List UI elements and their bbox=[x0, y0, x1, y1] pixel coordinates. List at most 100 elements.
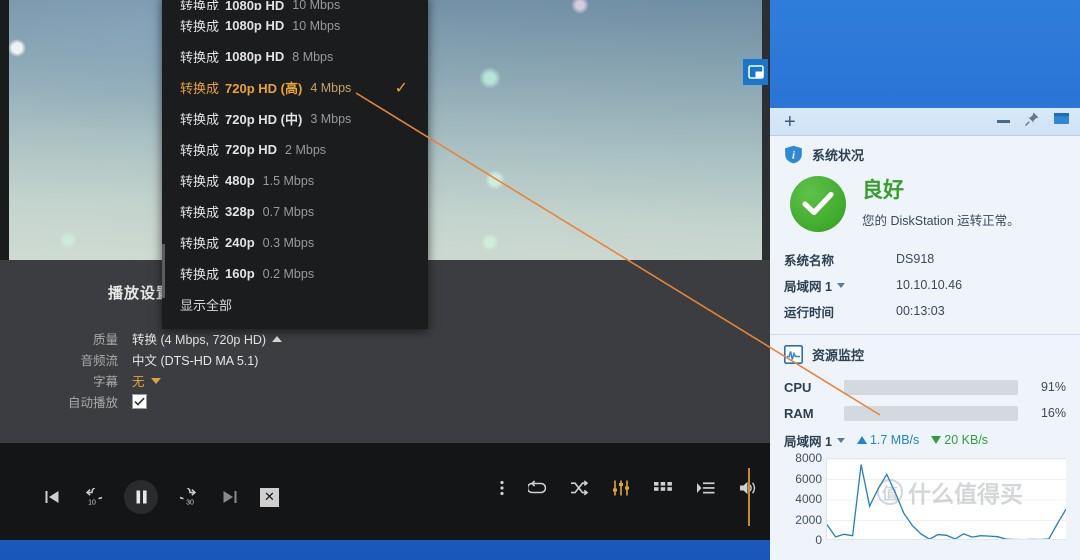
network-label-text: 局域网 1 bbox=[784, 434, 832, 449]
video-letterbox-left bbox=[0, 0, 9, 260]
cpu-label: CPU bbox=[784, 379, 812, 395]
quality-item-bitrate: 10 Mbps bbox=[292, 18, 341, 33]
quality-item-bitrate: 8 Mbps bbox=[292, 49, 334, 64]
info-row-uptime: 运行时间 00:13:03 bbox=[784, 298, 1066, 324]
quality-item-bitrate: 10 Mbps bbox=[292, 0, 341, 10]
svg-text:10: 10 bbox=[88, 499, 96, 506]
settings-row-autoplay[interactable]: 自动播放 bbox=[0, 391, 420, 412]
quality-item-prefix: 转换成 bbox=[180, 143, 220, 158]
quality-menu-item[interactable]: 转换成 160p 0.2 Mbps bbox=[162, 258, 428, 289]
quality-value-text: 转换 (4 Mbps, 720p HD) bbox=[132, 333, 267, 347]
settings-value-autoplay[interactable] bbox=[132, 394, 147, 409]
minimize-icon[interactable] bbox=[997, 120, 1010, 123]
quality-item-resolution: 1080p HD bbox=[225, 49, 285, 64]
quality-item-bitrate: 2 Mbps bbox=[285, 142, 327, 157]
dsm-titlebar: + bbox=[770, 108, 1080, 136]
info-label-system-name: 系统名称 bbox=[784, 253, 835, 268]
picture-in-picture-icon[interactable] bbox=[743, 59, 768, 85]
resource-bars: CPU 91% RAM 16% bbox=[784, 370, 1066, 426]
chevron-down-icon[interactable] bbox=[836, 437, 845, 443]
window-icon[interactable] bbox=[1054, 112, 1070, 131]
player-tool-controls bbox=[500, 480, 759, 496]
equalizer-icon[interactable] bbox=[612, 480, 630, 496]
quality-menu-item[interactable]: 转换成 720p HD (中) 3 Mbps bbox=[162, 103, 428, 134]
network-download-value: 20 KB/s bbox=[944, 433, 989, 447]
quality-menu-selected-item[interactable]: 转换成 720p HD (高) 4 Mbps ✓ bbox=[162, 72, 428, 103]
quality-menu-item[interactable]: 转换成 1080p HD 10 Mbps bbox=[162, 0, 428, 10]
quality-item-resolution: 720p HD bbox=[225, 142, 278, 157]
quality-item-bitrate: 4 Mbps bbox=[310, 80, 352, 95]
quality-item-bitrate: 3 Mbps bbox=[310, 111, 352, 126]
info-label-lan[interactable]: 局域网 1 bbox=[784, 276, 896, 295]
settings-value-subtitle[interactable]: 无 bbox=[132, 371, 161, 390]
quality-menu-item[interactable]: 转换成 240p 0.3 Mbps bbox=[162, 227, 428, 258]
stop-button[interactable]: ✕ bbox=[260, 487, 279, 507]
quality-menu-item[interactable]: 转换成 480p 1.5 Mbps bbox=[162, 165, 428, 196]
quality-item-prefix: 转换成 bbox=[180, 174, 220, 189]
quality-menu-show-all[interactable]: 显示全部 bbox=[162, 289, 428, 319]
shuffle-icon[interactable] bbox=[570, 480, 588, 496]
quality-menu-item[interactable]: 转换成 1080p HD 8 Mbps bbox=[162, 41, 428, 72]
quality-item-prefix: 转换成 bbox=[180, 236, 220, 251]
system-status-subtitle: 您的 DiskStation 运转正常。 bbox=[862, 213, 1020, 228]
previous-track-button[interactable] bbox=[44, 489, 60, 505]
chevron-down-icon[interactable] bbox=[836, 282, 845, 288]
quality-menu-scrollbar[interactable] bbox=[162, 244, 165, 298]
network-row[interactable]: 局域网 1 1.7 MB/s 20 KB/s bbox=[784, 426, 1066, 454]
quality-menu-item[interactable]: 转换成 328p 0.7 Mbps bbox=[162, 196, 428, 227]
system-health-title: 系统状况 bbox=[812, 148, 865, 163]
info-label-uptime: 运行时间 bbox=[784, 305, 835, 320]
system-health-header: i 系统状况 bbox=[784, 145, 1066, 164]
quality-item-prefix: 转换成 bbox=[180, 81, 220, 96]
settings-label-autoplay: 自动播放 bbox=[67, 396, 118, 410]
pause-button[interactable] bbox=[124, 480, 158, 514]
quality-menu-item[interactable]: 转换成 1080p HD 10 Mbps bbox=[162, 10, 428, 41]
quality-item-prefix: 转换成 bbox=[180, 19, 220, 34]
playlist-icon[interactable] bbox=[696, 481, 715, 495]
screen-root: 播放设置 质量 转换 (4 Mbps, 720p HD) 音频流 中文 (DTS… bbox=[0, 0, 1080, 560]
network-upload-value: 1.7 MB/s bbox=[869, 433, 920, 447]
chevron-down-icon[interactable] bbox=[150, 377, 161, 384]
repeat-icon[interactable] bbox=[528, 480, 546, 496]
autoplay-checkbox[interactable] bbox=[132, 394, 147, 409]
subtitle-value-text: 无 bbox=[132, 375, 145, 389]
arrow-up-icon bbox=[856, 436, 867, 444]
settings-label-subtitle: 字幕 bbox=[92, 375, 118, 389]
quality-item-prefix: 转换成 bbox=[180, 50, 220, 65]
grid-view-icon[interactable] bbox=[654, 481, 672, 495]
next-track-button[interactable] bbox=[222, 489, 238, 505]
pin-icon[interactable] bbox=[1024, 111, 1040, 132]
settings-value-quality[interactable]: 转换 (4 Mbps, 720p HD) bbox=[132, 329, 283, 348]
cpu-row: CPU 91% bbox=[784, 374, 1066, 400]
video-player-window: 播放设置 质量 转换 (4 Mbps, 720p HD) 音频流 中文 (DTS… bbox=[0, 0, 770, 540]
chevron-up-icon[interactable] bbox=[272, 335, 283, 342]
quality-item-resolution: 480p bbox=[225, 173, 255, 188]
rewind-10-button[interactable]: 10 bbox=[82, 488, 102, 506]
info-value-system-name: DS918 bbox=[896, 252, 935, 266]
network-upload: 1.7 MB/s bbox=[856, 433, 920, 447]
forward-30-button[interactable]: 30 bbox=[180, 488, 200, 506]
info-row-system-name: 系统名称 DS918 bbox=[784, 246, 1066, 272]
cpu-usage-bar bbox=[844, 379, 1018, 395]
resource-monitor-title: 资源监控 bbox=[812, 348, 865, 363]
check-circle-icon bbox=[790, 176, 846, 232]
more-options-icon[interactable] bbox=[500, 480, 504, 496]
add-widget-button[interactable]: + bbox=[778, 112, 796, 132]
quality-item-bitrate: 1.5 Mbps bbox=[262, 173, 315, 188]
chart-plot-area: 值 什么值得买 bbox=[826, 458, 1066, 540]
network-label[interactable]: 局域网 1 bbox=[784, 431, 845, 450]
volume-slider-track[interactable] bbox=[748, 468, 750, 526]
quality-item-bitrate: 0.3 Mbps bbox=[262, 235, 315, 250]
chart-y-tick: 4000 bbox=[795, 492, 822, 506]
chart-y-tick: 0 bbox=[815, 533, 822, 547]
chart-y-axis: 0 2000 4000 6000 8000 bbox=[784, 451, 826, 547]
ram-percent: 16% bbox=[1040, 406, 1066, 420]
quality-menu-item[interactable]: 转换成 720p HD 2 Mbps bbox=[162, 134, 428, 165]
info-row-lan[interactable]: 局域网 1 10.10.10.46 bbox=[784, 272, 1066, 298]
settings-row-subtitle[interactable]: 字幕 无 bbox=[0, 370, 420, 391]
settings-row-quality[interactable]: 质量 转换 (4 Mbps, 720p HD) bbox=[0, 328, 420, 349]
ram-row: RAM 16% bbox=[784, 400, 1066, 426]
settings-row-audio[interactable]: 音频流 中文 (DTS-HD MA 5.1) bbox=[0, 349, 420, 370]
watermark-text: 什么值得买 bbox=[908, 481, 1023, 507]
quality-item-resolution: 240p bbox=[225, 235, 255, 250]
